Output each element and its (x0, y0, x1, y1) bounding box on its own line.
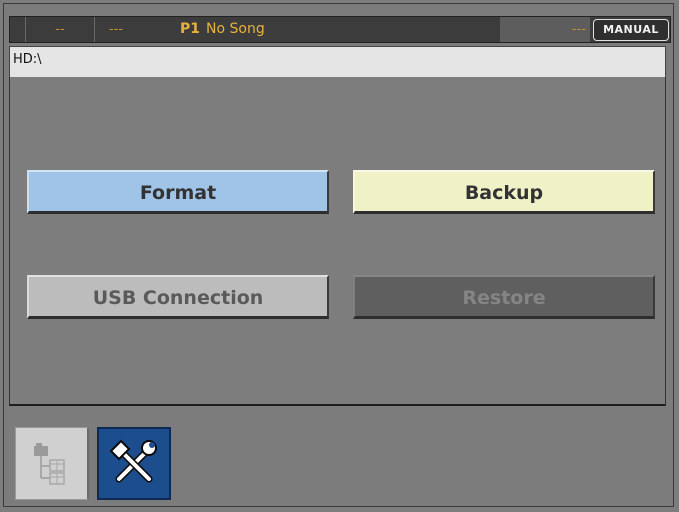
song-name: No Song (206, 21, 265, 37)
status-slot-1: -- (55, 22, 65, 37)
status-bar: -- --- P1 No Song --- MANUAL (9, 16, 671, 43)
program-id: P1 (180, 21, 201, 37)
mode-badge[interactable]: MANUAL (593, 19, 669, 41)
tools-icon (109, 439, 157, 483)
restore-button[interactable]: Restore (353, 275, 655, 319)
device-screen: -- --- P1 No Song --- MANUAL HD:\ Format … (0, 0, 679, 512)
usb-connection-button[interactable]: USB Connection (27, 275, 329, 319)
main-panel (9, 77, 666, 406)
current-path: HD:\ (13, 52, 42, 67)
status-slot-2: --- (108, 22, 124, 37)
tab-tools[interactable] (97, 427, 171, 500)
program-display: P1 No Song (180, 17, 265, 42)
format-button[interactable]: Format (27, 170, 329, 214)
backup-button[interactable]: Backup (353, 170, 655, 214)
file-browser-icon (34, 443, 65, 485)
status-slot-3: --- (500, 17, 590, 42)
path-bar: HD:\ (9, 46, 666, 78)
tab-file-browser[interactable] (15, 427, 89, 500)
